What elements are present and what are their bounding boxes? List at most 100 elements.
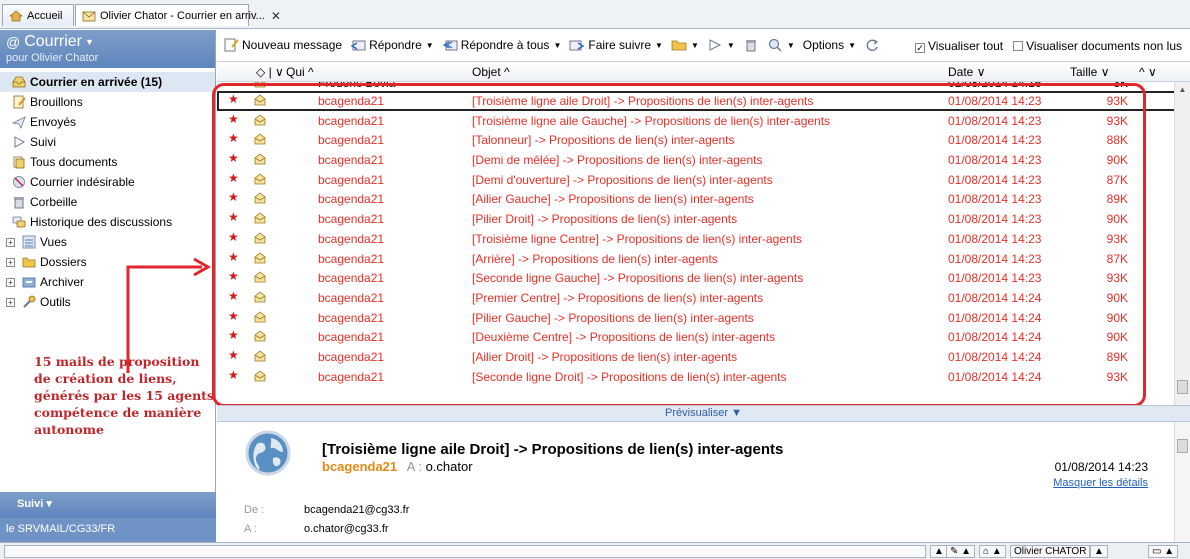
message-from: bcagenda21 bbox=[318, 192, 385, 207]
column-extra[interactable]: ^ ∨ bbox=[1139, 65, 1157, 79]
envelope-icon bbox=[254, 291, 266, 303]
status-user[interactable]: Olivier CHATOR bbox=[1010, 545, 1091, 558]
message-row[interactable]: ★ bcagenda21 [Deuxième Centre] -> Proposit… bbox=[217, 327, 1190, 347]
chevron-down-icon[interactable]: ▼ bbox=[787, 41, 795, 50]
message-subject: [Seconde ligne Gauche] -> Propositions d… bbox=[472, 271, 804, 286]
refresh-button[interactable] bbox=[864, 38, 880, 52]
message-row[interactable]: ★ bcagenda21 [Premier Centre] -> Propositi… bbox=[217, 288, 1190, 308]
nav-item[interactable]: + Outils bbox=[0, 292, 215, 312]
scrollbar-thumb[interactable] bbox=[1177, 380, 1188, 394]
view-unread-toggle[interactable]: Visualiser documents non lus bbox=[1013, 39, 1182, 53]
forward-button[interactable]: Faire suivre ▼ bbox=[569, 38, 663, 52]
nav-item[interactable]: Historique des discussions bbox=[0, 212, 215, 232]
archive-icon bbox=[22, 275, 36, 289]
message-row[interactable]: ★ bcagenda21 [Demi de mêlée] -> Propositio… bbox=[217, 150, 1190, 170]
expand-icon[interactable]: + bbox=[6, 238, 15, 247]
nav-item[interactable]: Brouillons bbox=[0, 92, 215, 112]
message-row[interactable]: ★ bcagenda21 [Arrière] -> Propositions de … bbox=[217, 249, 1190, 269]
message-row[interactable]: Frederic Bevia 01/08/2014 14:16 3K bbox=[217, 82, 1190, 91]
nav-item[interactable]: + Dossiers bbox=[0, 252, 215, 272]
expand-icon[interactable]: + bbox=[6, 298, 15, 307]
nav-item[interactable]: Corbeille bbox=[0, 192, 215, 212]
chevron-down-icon[interactable]: ▼ bbox=[727, 41, 735, 50]
message-row[interactable]: ★ bcagenda21 [Ailier Gauche] -> Propositio… bbox=[217, 189, 1190, 209]
chevron-down-icon[interactable]: ▼ bbox=[426, 41, 434, 50]
message-row[interactable]: ★ bcagenda21 [Demi d'ouverture] -> Proposi… bbox=[217, 170, 1190, 190]
move-to-folder-button[interactable]: ▼ bbox=[671, 38, 699, 52]
expand-icon[interactable]: + bbox=[6, 278, 15, 287]
from-address[interactable]: bcagenda21@cg33.fr bbox=[304, 504, 409, 516]
nav-title: Courrier bbox=[24, 33, 83, 50]
search-button[interactable]: ▼ bbox=[767, 38, 795, 52]
message-subject: [Seconde ligne Droit] -> Propositions de… bbox=[472, 369, 787, 384]
status-menu-button[interactable]: ▲ bbox=[1090, 545, 1108, 558]
message-size: 90K bbox=[1106, 310, 1128, 325]
unread-star-icon: ★ bbox=[228, 367, 239, 382]
message-row[interactable]: ★ bcagenda21 [Troisième ligne aile Gauche]… bbox=[217, 111, 1190, 131]
chevron-down-icon[interactable]: ▼ bbox=[553, 41, 561, 50]
column-options-icon[interactable]: ◇ | ∨ bbox=[256, 65, 284, 79]
nav-item[interactable]: + Archiver bbox=[0, 272, 215, 292]
reply-button[interactable]: Répondre ▼ bbox=[350, 38, 434, 52]
message-row[interactable]: ★ bcagenda21 [Ailier Droit] -> Proposition… bbox=[217, 347, 1190, 367]
nav-item[interactable]: + Vues bbox=[0, 232, 215, 252]
preview-label: Prévisualiser bbox=[665, 407, 728, 419]
tab-label: Olivier Chator - Courrier en arriv... bbox=[100, 9, 265, 22]
scrollbar-thumb[interactable] bbox=[1177, 439, 1188, 453]
column-size[interactable]: Taille ∨ bbox=[1070, 65, 1110, 79]
column-from-label: Qui bbox=[286, 65, 305, 79]
follow-up-button[interactable]: ▼ bbox=[707, 38, 735, 52]
message-row[interactable]: ★ bcagenda21 [Troisième ligne Centre] -> P… bbox=[217, 229, 1190, 249]
follow-panel-header[interactable]: Suivi ▾ bbox=[0, 492, 216, 518]
to-address[interactable]: o.chator@cg33.fr bbox=[304, 523, 389, 535]
column-from[interactable]: Qui ^ bbox=[286, 65, 314, 79]
preview-to[interactable]: o.chator bbox=[426, 459, 473, 474]
message-row[interactable]: ★ bcagenda21 [Pilier Droit] -> Proposition… bbox=[217, 209, 1190, 229]
unread-star-icon: ★ bbox=[228, 328, 239, 343]
preview-sender[interactable]: bcagenda21 bbox=[322, 459, 397, 474]
preview-toggle[interactable]: Prévisualiser ▼ bbox=[217, 405, 1190, 422]
hide-details-link[interactable]: Masquer les détails bbox=[1053, 477, 1148, 489]
status-location-button[interactable]: ⌂ ▲ bbox=[979, 545, 1006, 558]
chevron-down-icon[interactable]: ▼ bbox=[655, 41, 663, 50]
chevron-down-icon[interactable]: ▼ bbox=[691, 41, 699, 50]
column-subject[interactable]: Objet ^ bbox=[472, 65, 510, 79]
chevron-down-icon: ▼ bbox=[85, 37, 94, 47]
chevron-down-icon[interactable]: ▼ bbox=[848, 41, 856, 50]
message-from: Frederic Bevia bbox=[318, 82, 396, 90]
envelope-icon bbox=[254, 153, 266, 165]
nav-item[interactable]: Courrier indésirable bbox=[0, 172, 215, 192]
nav-header[interactable]: @ Courrier ▼ pour Olivier Chator bbox=[0, 30, 215, 68]
sent-icon bbox=[11, 115, 26, 130]
view-all-toggle[interactable]: ✓ Visualiser tout bbox=[914, 39, 1003, 53]
column-date-label: Date bbox=[948, 65, 974, 79]
options-label: Options bbox=[802, 38, 845, 52]
status-screen-button[interactable]: ▭ ▲ bbox=[1148, 545, 1179, 558]
tab-mail[interactable]: Olivier Chator - Courrier en arriv... ✕ bbox=[75, 4, 281, 26]
column-date[interactable]: Date ∨ bbox=[948, 65, 986, 79]
message-row[interactable]: ★ bcagenda21 [Talonneur] -> Propositions d… bbox=[217, 130, 1190, 150]
message-row[interactable]: ★ bcagenda21 [Seconde ligne Gauche] -> Pro… bbox=[217, 268, 1190, 288]
nav-item[interactable]: Tous documents bbox=[0, 152, 215, 172]
nav-item[interactable]: Suivi bbox=[0, 132, 215, 152]
message-row[interactable]: ★ bcagenda21 [Pilier Gauche] -> Propositio… bbox=[217, 308, 1190, 328]
message-row[interactable]: ★ bcagenda21 [Troisième ligne aile Droit] … bbox=[217, 91, 1190, 111]
status-edit-button[interactable]: ✎ ▲ bbox=[946, 545, 976, 558]
nav-item[interactable]: Envoyés bbox=[0, 112, 215, 132]
preview-scrollbar[interactable] bbox=[1174, 422, 1190, 542]
scroll-up-icon[interactable]: ▲ bbox=[1175, 82, 1190, 97]
message-list-scrollbar[interactable]: ▲ bbox=[1174, 82, 1190, 405]
expand-icon[interactable]: + bbox=[6, 258, 15, 267]
inbox-icon bbox=[12, 75, 26, 89]
options-button[interactable]: Options ▼ bbox=[803, 38, 856, 52]
message-from: bcagenda21 bbox=[318, 231, 385, 246]
folder-icon bbox=[22, 255, 36, 269]
close-icon[interactable]: ✕ bbox=[271, 9, 281, 23]
new-message-button[interactable]: Nouveau message bbox=[223, 38, 342, 52]
nav-item[interactable]: Courrier en arrivée (15) bbox=[0, 72, 215, 92]
nav-item-label: Historique des discussions bbox=[30, 215, 173, 229]
reply-all-button[interactable]: Répondre à tous ▼ bbox=[442, 38, 561, 52]
delete-button[interactable] bbox=[743, 38, 759, 52]
message-row[interactable]: ★ bcagenda21 [Seconde ligne Droit] -> Prop… bbox=[217, 367, 1190, 387]
tab-home[interactable]: Accueil bbox=[2, 4, 74, 26]
